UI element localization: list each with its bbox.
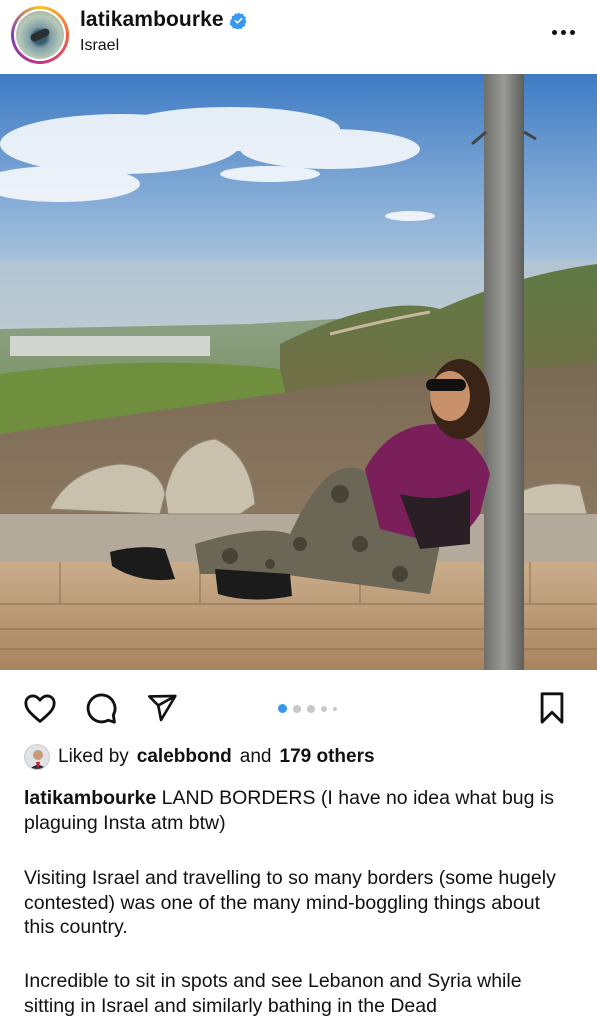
landscape-photo bbox=[0, 74, 597, 670]
caption-paragraph: Visiting Israel and travelling to so man… bbox=[24, 867, 556, 938]
carousel-dot bbox=[307, 704, 315, 713]
caption-username[interactable]: latikambourke bbox=[24, 787, 156, 809]
carousel-dot bbox=[333, 706, 337, 711]
carousel-dot bbox=[293, 704, 301, 713]
carousel-indicator bbox=[278, 704, 337, 713]
liker-avatar bbox=[24, 744, 50, 770]
likes-others[interactable]: 179 others bbox=[280, 746, 375, 768]
heart-icon[interactable] bbox=[22, 690, 58, 726]
more-options-icon[interactable] bbox=[552, 30, 575, 35]
carousel-dot bbox=[278, 704, 287, 713]
likes-joiner: and bbox=[239, 746, 272, 767]
post-photo[interactable] bbox=[0, 74, 597, 670]
profile-avatar[interactable] bbox=[11, 6, 69, 64]
post-actions bbox=[0, 686, 597, 730]
verified-icon bbox=[229, 11, 247, 29]
likes-summary[interactable]: Liked by calebbond and 179 others bbox=[24, 744, 375, 770]
comment-icon[interactable] bbox=[83, 690, 119, 726]
liker-username[interactable]: calebbond bbox=[137, 746, 232, 768]
post-username[interactable]: latikambourke bbox=[80, 8, 224, 32]
caption-paragraph: Incredible to sit in spots and see Leban… bbox=[24, 970, 522, 1017]
caption-line: latikambourke LAND BORDERS (I have no id… bbox=[24, 786, 574, 835]
likes-prefix: Liked by bbox=[58, 746, 129, 767]
bookmark-icon[interactable] bbox=[534, 690, 570, 726]
post-location[interactable]: Israel bbox=[80, 37, 119, 55]
share-icon[interactable] bbox=[144, 690, 180, 726]
post-header: latikambourke Israel bbox=[0, 0, 597, 74]
carousel-dot bbox=[321, 705, 327, 712]
